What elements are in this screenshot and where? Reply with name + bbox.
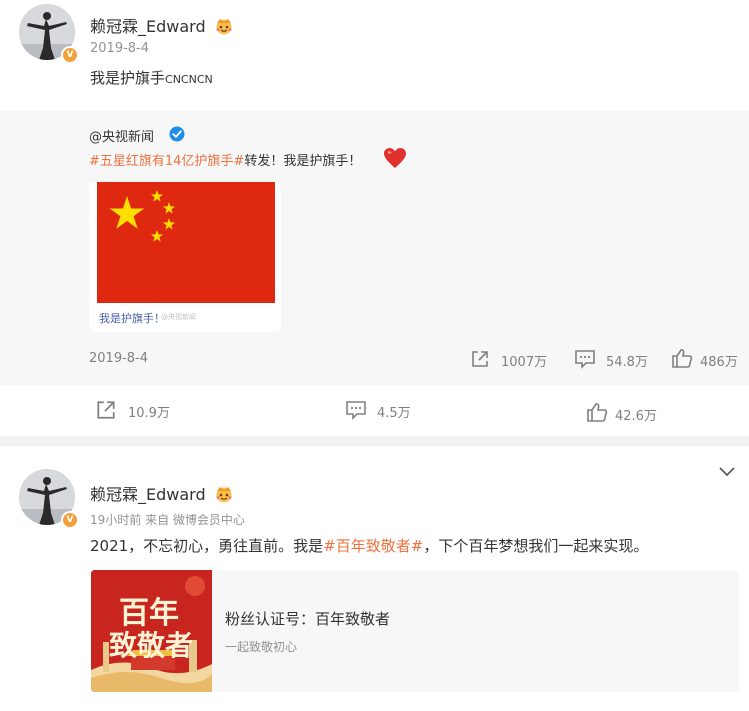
author-name[interactable]: 赖冠霖_Edward <box>90 485 206 504</box>
repost-icon[interactable] <box>470 349 490 369</box>
action-repost-count[interactable]: 10.9万 <box>128 402 170 421</box>
member-crown-icon[interactable] <box>213 17 235 35</box>
fan-badge-card[interactable]: 百年 致敬者 粉丝认证号：百年致敬者 一起致敬初心 <box>91 570 739 692</box>
post-author[interactable]: 赖冠霖_Edward <box>90 13 235 37</box>
verified-check-icon <box>169 126 185 142</box>
comment-icon[interactable] <box>345 400 367 420</box>
member-crown-icon[interactable] <box>213 485 235 503</box>
post-source[interactable]: 来自 微博会员中心 <box>145 513 245 527</box>
author-name[interactable]: 赖冠霖_Edward <box>90 17 206 36</box>
verified-v-badge: V <box>61 46 79 64</box>
comment-count[interactable]: 54.8万 <box>606 351 648 370</box>
post-date[interactable]: 2019-8-4 <box>90 41 149 56</box>
post-text-main: 我是护旗手 <box>90 69 166 87</box>
image-watermark: @央视新闻 <box>161 313 196 321</box>
repost-count[interactable]: 1007万 <box>501 351 547 370</box>
thumbs-up-icon[interactable] <box>586 402 608 422</box>
post-topic-link[interactable]: #百年致敬者# <box>323 537 423 555</box>
badge-image: 百年 致敬者 <box>91 570 212 692</box>
badge-image-text-2: 致敬者 <box>109 629 194 662</box>
comment-icon[interactable] <box>574 349 596 369</box>
repost-image-card[interactable]: 我是护旗手！ @央视新闻 <box>89 182 281 332</box>
post-author[interactable]: 赖冠霖_Edward <box>90 481 235 505</box>
repost-text-body: 转发！我是护旗手！ <box>244 154 362 169</box>
post-text: 我是护旗手CNCNCN <box>90 67 213 88</box>
repost-author[interactable]: @央视新闻 <box>89 126 154 145</box>
thumbs-up-icon[interactable] <box>671 348 693 368</box>
repost-topic-link[interactable]: #五星红旗有14亿护旗手# <box>89 154 244 169</box>
chevron-down-icon[interactable] <box>718 466 736 478</box>
action-comment-count[interactable]: 4.5万 <box>377 402 411 421</box>
post-time[interactable]: 19小时前 <box>90 513 141 527</box>
post-text-after: ，下个百年梦想我们一起来实现。 <box>423 537 649 555</box>
repost-date[interactable]: 2019-8-4 <box>89 351 148 366</box>
post-text-suffix: CNCNCN <box>165 73 213 86</box>
badge-title[interactable]: 粉丝认证号：百年致敬者 <box>225 608 390 629</box>
action-like-count[interactable]: 42.6万 <box>615 405 657 424</box>
verified-v-badge: V <box>61 511 79 529</box>
heart-icon <box>384 148 406 168</box>
repost-text: #五星红旗有14亿护旗手#转发！我是护旗手！ <box>89 150 361 169</box>
post-text: 2021，不忘初心，勇往直前。我是#百年致敬者#，下个百年梦想我们一起来实现。 <box>90 535 648 556</box>
like-count[interactable]: 486万 <box>700 351 738 370</box>
post-meta: 19小时前 来自 微博会员中心 <box>90 511 245 528</box>
image-caption: 我是护旗手！ <box>99 312 165 325</box>
post-divider <box>0 436 749 446</box>
post-text-before: 2021，不忘初心，勇往直前。我是 <box>90 537 324 555</box>
badge-subtitle: 一起致敬初心 <box>225 640 298 654</box>
repost-icon[interactable] <box>95 399 117 421</box>
